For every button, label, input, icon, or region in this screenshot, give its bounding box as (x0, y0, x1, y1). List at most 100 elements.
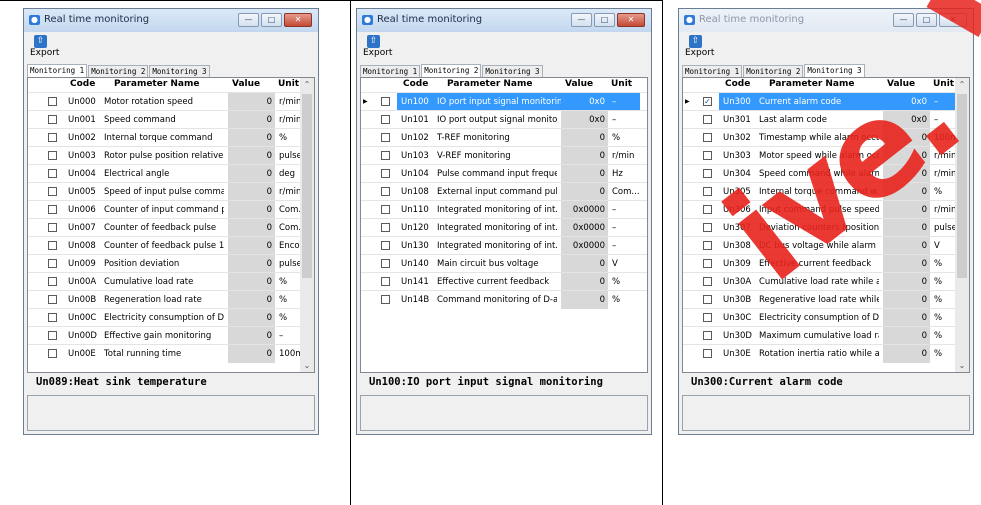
minimize-button[interactable]: — (571, 13, 592, 27)
code-column-header[interactable]: Code (725, 79, 750, 89)
table-row[interactable]: Un004 Electrical angle 0 deg (28, 164, 314, 183)
scroll-up-icon[interactable]: ⌃ (300, 80, 314, 89)
export-icon[interactable]: ⇧ (367, 35, 380, 48)
row-checkbox[interactable] (703, 259, 712, 268)
tab-monitoring-2[interactable]: Monitoring 2 (421, 64, 482, 77)
row-checkbox[interactable] (48, 115, 57, 124)
table-row[interactable]: Un00E Total running time 0 100ms (28, 344, 314, 363)
row-checkbox[interactable] (703, 151, 712, 160)
row-checkbox[interactable] (48, 331, 57, 340)
tab-monitoring-2[interactable]: Monitoring 2 (743, 65, 804, 77)
value-column-header[interactable]: Value (232, 79, 260, 89)
table-row[interactable]: Un30DMaximum cumulative load rat...0% (683, 326, 969, 345)
minimize-button[interactable]: — (893, 13, 914, 27)
row-checkbox[interactable] (381, 169, 390, 178)
row-checkbox[interactable] (703, 169, 712, 178)
row-checkbox[interactable] (48, 349, 57, 358)
table-row[interactable]: Un000 Motor rotation speed 0 r/min (28, 92, 314, 111)
table-row[interactable]: Un00CElectricity consumption of DB...0% (28, 308, 314, 327)
table-row[interactable]: Un141 Effective current feedback 0% (361, 272, 647, 291)
scroll-thumb[interactable] (957, 94, 967, 278)
unit-column-header[interactable]: Unit (933, 79, 954, 89)
row-checkbox[interactable] (48, 205, 57, 214)
row-checkbox[interactable] (703, 349, 712, 358)
row-checkbox[interactable] (48, 151, 57, 160)
row-checkbox[interactable] (703, 241, 712, 250)
row-checkbox[interactable] (48, 133, 57, 142)
table-row[interactable]: Un306 Input command pulse speed ... 0 r/min (683, 200, 969, 219)
table-row[interactable]: Un30A Cumulative load rate while al... 0% (683, 272, 969, 291)
table-row[interactable]: Un101 IO port output signal monito... 0x0– (361, 110, 647, 129)
close-button[interactable]: ✕ (939, 13, 967, 27)
scroll-up-icon[interactable]: ⌃ (955, 80, 969, 89)
row-checkbox[interactable] (381, 295, 390, 304)
table-row[interactable]: Un308 DC bus voltage while alarm o... 0 V (683, 236, 969, 255)
maximize-button[interactable]: □ (261, 13, 282, 27)
tab-monitoring-1[interactable]: Monitoring 1 (682, 65, 743, 77)
table-row[interactable]: Un30E Rotation inertia ratio while al... 0… (683, 344, 969, 363)
export-button[interactable]: Export (30, 48, 59, 58)
row-checkbox[interactable] (703, 295, 712, 304)
code-column-header[interactable]: Code (70, 79, 95, 89)
table-row[interactable]: Un003 Rotor pulse position relative t... 0… (28, 146, 314, 165)
name-column-header[interactable]: Parameter Name (447, 79, 533, 89)
tab-monitoring-3[interactable]: Monitoring 3 (149, 65, 210, 77)
row-checkbox[interactable] (48, 187, 57, 196)
title-bar[interactable]: ● Real time monitoring — □ ✕ (24, 9, 318, 32)
row-checkbox[interactable] (381, 277, 390, 286)
close-button[interactable]: ✕ (284, 13, 312, 27)
table-row[interactable]: ▶ ✓ Un300 Current alarm code 0x0– (683, 92, 969, 111)
table-row[interactable]: ▶ Un100 IO port input signal monitoring 0x0… (361, 92, 647, 111)
table-row[interactable]: Un007 Counter of feedback pulse 0 Com... (28, 218, 314, 237)
row-checkbox[interactable] (381, 151, 390, 160)
row-checkbox[interactable] (381, 97, 390, 106)
row-checkbox[interactable] (48, 169, 57, 178)
scroll-down-icon[interactable]: ⌄ (955, 361, 969, 370)
row-checkbox[interactable] (703, 277, 712, 286)
table-row[interactable]: Un006 Counter of input command p... 0 Com..… (28, 200, 314, 219)
table-row[interactable]: Un104 Pulse command input freque... 0 Hz (361, 164, 647, 183)
title-bar[interactable]: ● Real time monitoring — □ ✕ (679, 9, 973, 32)
code-column-header[interactable]: Code (403, 79, 428, 89)
maximize-button[interactable]: □ (916, 13, 937, 27)
row-checkbox[interactable] (703, 223, 712, 232)
table-row[interactable]: Un130 Integrated monitoring of int... 0x00… (361, 236, 647, 255)
vertical-scrollbar[interactable]: ⌃ ⌄ (300, 78, 314, 372)
title-bar[interactable]: ● Real time monitoring — □ ✕ (357, 9, 651, 32)
export-button[interactable]: Export (685, 48, 714, 58)
row-checkbox[interactable] (381, 223, 390, 232)
row-checkbox[interactable] (48, 277, 57, 286)
table-row[interactable]: Un008 Counter of feedback pulse 1 0 Enco... (28, 236, 314, 255)
row-checkbox[interactable] (48, 295, 57, 304)
row-checkbox[interactable] (48, 97, 57, 106)
row-checkbox[interactable] (381, 133, 390, 142)
table-row[interactable]: Un108 External input command puls... 0 Com.… (361, 182, 647, 201)
table-row[interactable]: Un14B Command monitoring of D-ax... 0% (361, 290, 647, 309)
table-row[interactable]: Un140 Main circuit bus voltage 0 V (361, 254, 647, 273)
row-checkbox[interactable] (381, 115, 390, 124)
unit-column-header[interactable]: Unit (278, 79, 299, 89)
row-checkbox[interactable] (703, 205, 712, 214)
name-column-header[interactable]: Parameter Name (769, 79, 855, 89)
value-column-header[interactable]: Value (887, 79, 915, 89)
table-row[interactable]: Un302 Timestamp while alarm occurs 0 100ms (683, 128, 969, 147)
table-row[interactable]: Un309 Effective current feedback 0% (683, 254, 969, 273)
table-row[interactable]: Un00A Cumulative load rate 0% (28, 272, 314, 291)
unit-column-header[interactable]: Unit (611, 79, 632, 89)
row-checkbox[interactable] (703, 187, 712, 196)
value-column-header[interactable]: Value (565, 79, 593, 89)
scroll-down-icon[interactable]: ⌄ (300, 361, 314, 370)
row-checkbox[interactable] (703, 331, 712, 340)
export-icon[interactable]: ⇧ (689, 35, 702, 48)
row-checkbox[interactable] (48, 259, 57, 268)
row-checkbox[interactable] (381, 187, 390, 196)
row-checkbox[interactable] (381, 259, 390, 268)
table-row[interactable]: Un102 T-REF monitoring 0% (361, 128, 647, 147)
export-button[interactable]: Export (363, 48, 392, 58)
maximize-button[interactable]: □ (594, 13, 615, 27)
table-row[interactable]: Un001 Speed command 0 r/min (28, 110, 314, 129)
tab-monitoring-1[interactable]: Monitoring 1 (27, 64, 88, 77)
table-row[interactable]: Un303Motor speed while alarm occurs0r/mi… (683, 146, 969, 165)
tab-monitoring-3[interactable]: Monitoring 3 (482, 65, 543, 77)
table-row[interactable]: Un110 Integrated monitoring of int... 0x00… (361, 200, 647, 219)
